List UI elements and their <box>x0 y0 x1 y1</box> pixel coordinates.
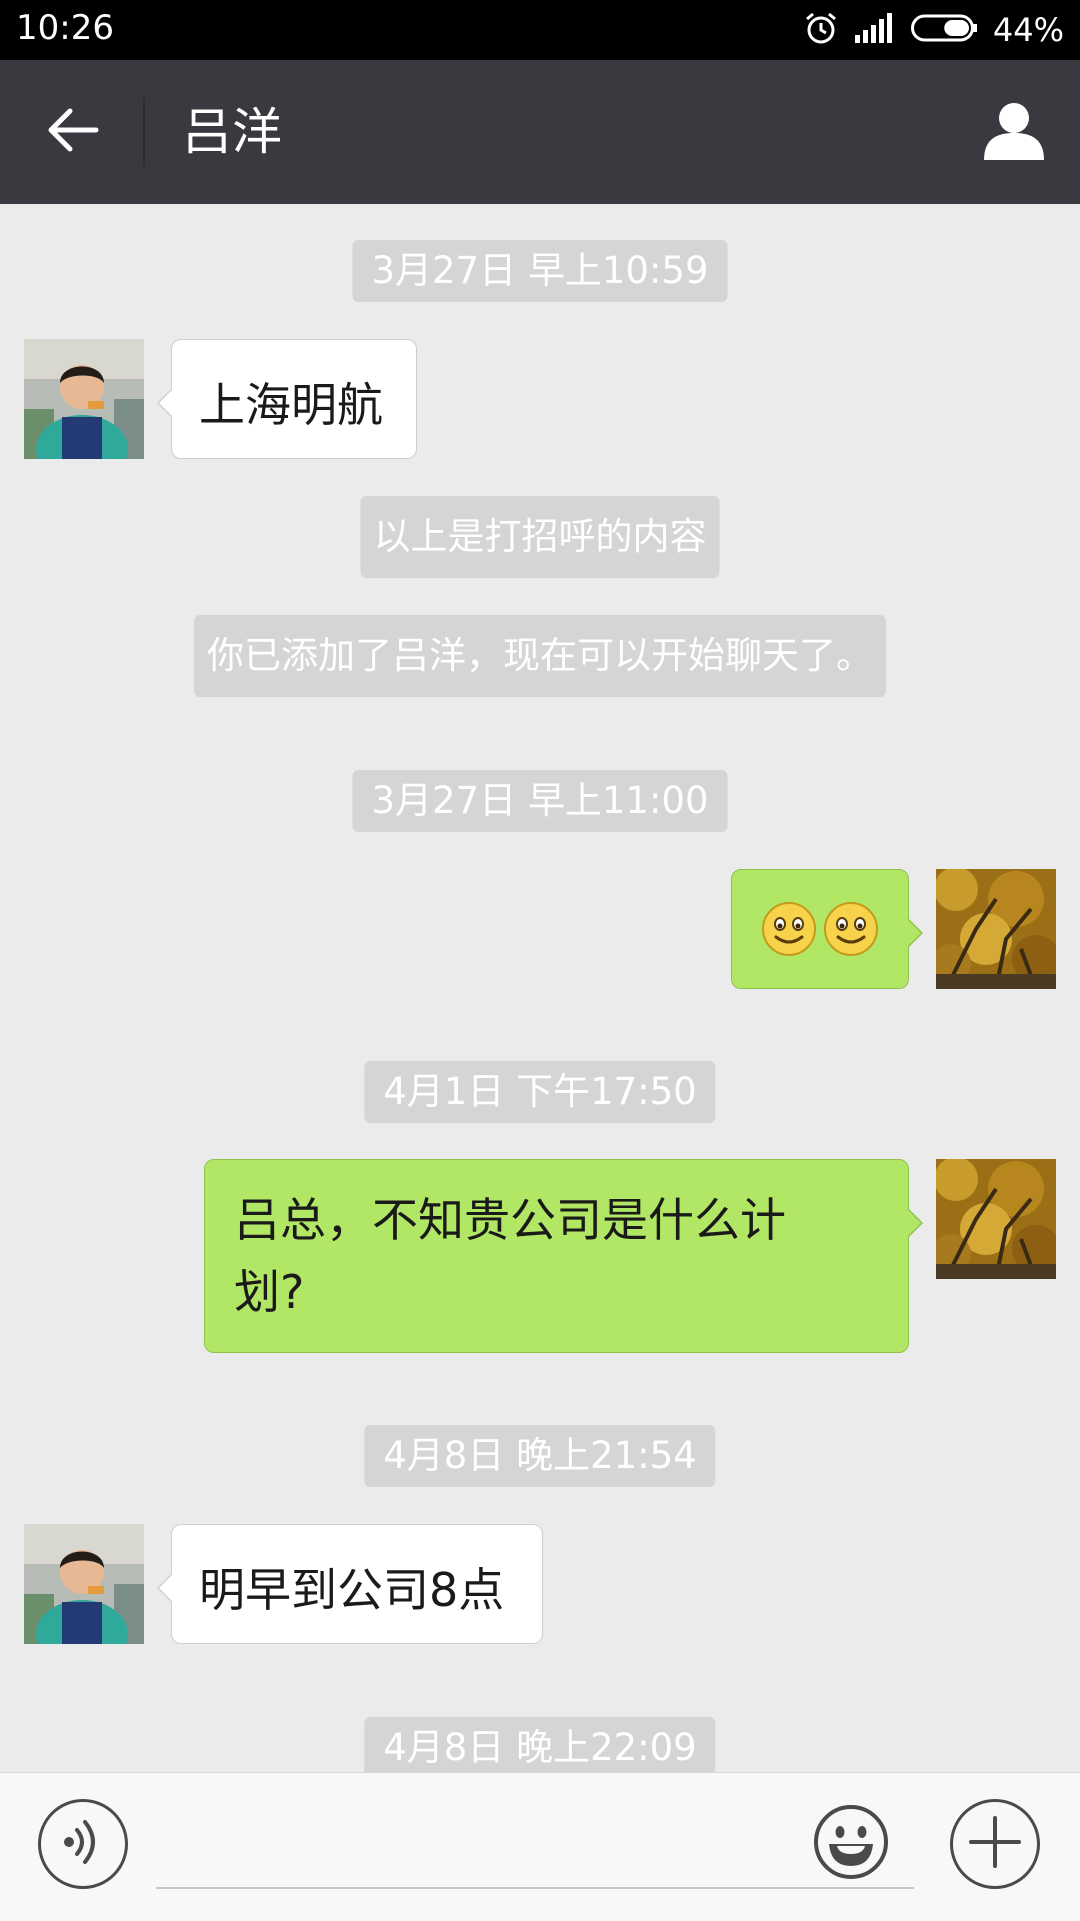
message-bubble-incoming[interactable]: 明早到公司8点 <box>157 1524 543 1644</box>
timestamp: 4月8日 晚上21:54 <box>364 1425 716 1487</box>
status-time: 10:26 <box>16 8 114 48</box>
timestamp: 3月27日 早上11:00 <box>352 770 728 832</box>
smile-emoji-icon <box>761 901 817 968</box>
contact-avatar[interactable] <box>24 1524 144 1644</box>
my-avatar[interactable] <box>936 1159 1056 1279</box>
alarm-icon <box>803 10 839 50</box>
page-title: 吕洋 <box>182 103 282 161</box>
more-button[interactable] <box>950 1799 1040 1889</box>
message-text-line: 吕总，不知贵公司是什么计 <box>234 1193 786 1247</box>
message-text: 明早到公司8点 <box>199 1563 505 1617</box>
input-bar <box>0 1772 1080 1921</box>
timestamp: 3月27日 早上10:59 <box>352 240 728 302</box>
chat-info-button[interactable] <box>974 96 1054 168</box>
battery-percent: 44% <box>992 11 1064 49</box>
contact-avatar[interactable] <box>24 339 144 459</box>
back-arrow-icon <box>46 107 100 157</box>
emoji-button[interactable] <box>806 1799 896 1889</box>
message-text-line: 划? <box>234 1265 305 1319</box>
emoji-icon <box>813 1804 889 1884</box>
plus-icon <box>967 1814 1023 1874</box>
my-avatar[interactable] <box>936 869 1056 989</box>
message-bubble-outgoing[interactable] <box>731 869 923 989</box>
message-text: 上海明航 <box>199 378 383 432</box>
signal-icon <box>854 13 895 47</box>
message-bubble-outgoing[interactable]: 吕总，不知贵公司是什么计 划? <box>204 1159 923 1353</box>
title-bar: 吕洋 <box>0 60 1080 204</box>
message-input[interactable] <box>156 1803 914 1889</box>
voice-button[interactable] <box>38 1799 128 1889</box>
header-divider <box>143 98 145 166</box>
system-note: 你已添加了吕洋，现在可以开始聊天了。 <box>194 615 886 697</box>
timestamp: 4月8日 晚上22:09 <box>364 1717 716 1772</box>
timestamp: 4月1日 下午17:50 <box>364 1061 716 1123</box>
message-list[interactable]: 3月27日 早上10:59 上海明航 以上是打招呼的内容 你已添加了吕洋，现在可… <box>0 204 1080 1772</box>
voice-icon <box>59 1816 107 1872</box>
battery-icon <box>910 13 977 47</box>
smile-emoji-icon <box>823 901 879 968</box>
person-icon <box>982 100 1046 164</box>
system-note: 以上是打招呼的内容 <box>360 496 720 578</box>
status-bar: 10:26 44% <box>0 0 1080 60</box>
status-icons: 44% <box>787 8 1064 52</box>
back-button[interactable] <box>26 102 120 162</box>
message-bubble-incoming[interactable]: 上海明航 <box>157 339 417 459</box>
